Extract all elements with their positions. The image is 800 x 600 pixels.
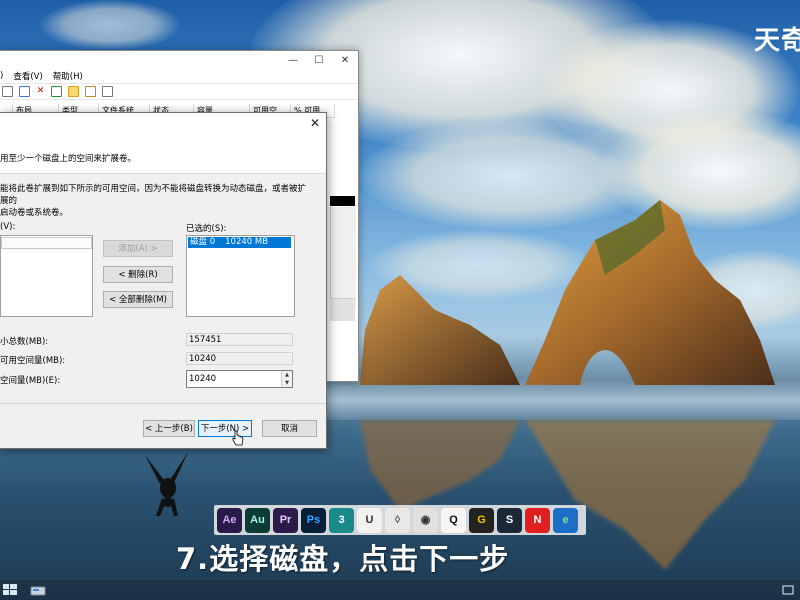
tutorial-step-caption: 7.选择磁盘，点击下一步	[176, 542, 510, 576]
window-close-icon[interactable]: ✕	[332, 55, 358, 66]
check-icon[interactable]	[51, 86, 62, 97]
window-titlebar: — ☐ ✕	[0, 51, 358, 69]
spinner-arrows-icon[interactable]: ▲ ▼	[281, 371, 292, 387]
delete-icon[interactable]: ✕	[36, 87, 45, 96]
app-icon[interactable]: Pr	[273, 507, 298, 533]
app-icon[interactable]: U	[357, 507, 382, 533]
list-item[interactable]: 磁盘 0 10240 MB	[188, 237, 291, 248]
app-icon[interactable]: N	[525, 507, 550, 533]
add-button[interactable]: 添加(A) >	[103, 240, 173, 257]
properties-icon[interactable]	[85, 86, 96, 97]
software-icon-strip: Ae Au Pr Ps 3 U ◊ ◉ Q G S Ne	[214, 505, 586, 535]
windows-start-icon[interactable]	[2, 583, 18, 597]
app-icon[interactable]: Ps	[301, 507, 326, 533]
app-icon[interactable]: Ae	[217, 507, 242, 533]
available-disks-label: (V):	[0, 222, 16, 232]
remove-button[interactable]: < 删除(R)	[103, 266, 173, 283]
selected-disks-list[interactable]: 磁盘 0 10240 MB	[186, 235, 295, 317]
app-icon[interactable]: 3	[329, 507, 354, 533]
mouse-pointer-icon	[232, 430, 244, 446]
disk-name: 磁盘 0	[190, 237, 216, 247]
wizard-description: 能将此卷扩展到如下所示的可用空间，因为不能将磁盘转换为动态磁盘，或者被扩展的 启…	[0, 184, 307, 218]
folder-icon[interactable]	[68, 86, 79, 97]
rock-reflection-small	[360, 420, 520, 510]
footer-divider	[0, 403, 326, 404]
disk-management-taskbar-icon[interactable]	[30, 583, 46, 597]
brand-watermark: 天奇	[754, 26, 800, 56]
remove-all-button[interactable]: < 全部删除(M)	[103, 291, 173, 308]
available-disks-list[interactable]	[0, 235, 93, 317]
back-button[interactable]: < 上一步(B)	[143, 420, 195, 437]
disk-size: 10240 MB	[225, 237, 269, 247]
max-available-space-value: 10240	[186, 352, 293, 365]
list-item[interactable]	[1, 237, 92, 249]
space-amount-input[interactable]: 10240 ▲ ▼	[186, 370, 293, 388]
menu-item-action[interactable]: )	[0, 71, 3, 81]
total-volume-size-value: 157451	[186, 333, 293, 346]
disk-list-icon[interactable]	[2, 86, 13, 97]
dialog-close-icon[interactable]: ✕	[310, 116, 320, 130]
total-volume-size-label: 小总数(MB):	[0, 337, 49, 347]
small-sea-rock	[360, 275, 520, 385]
unallocated-disk-bar	[330, 196, 355, 206]
cancel-button[interactable]: 取消	[262, 420, 317, 437]
wizard-header: ✕ 用至少一个磁盘上的空间来扩展卷。	[0, 113, 326, 174]
disk-map-footer	[330, 298, 355, 321]
menu-item-view[interactable]: 查看(V)	[13, 70, 42, 82]
max-available-space-label: 可用空间量(MB):	[0, 356, 66, 366]
sea-arch-rock	[525, 200, 775, 385]
wizard-subtitle: 用至少一个磁盘上的空间来扩展卷。	[0, 154, 137, 164]
menu-bar: ) 查看(V) 帮助(H)	[0, 69, 358, 83]
toolbar: ✕	[0, 83, 358, 100]
app-icon[interactable]: S	[497, 507, 522, 533]
disk-map-area	[330, 207, 356, 307]
minimize-icon[interactable]: —	[280, 55, 306, 66]
app-icon[interactable]: G	[469, 507, 494, 533]
menu-item-help[interactable]: 帮助(H)	[53, 70, 83, 82]
space-amount-label: 空间量(MB)(E):	[0, 376, 61, 386]
app-icon[interactable]: ◊	[385, 507, 410, 533]
notification-icon[interactable]	[780, 583, 796, 597]
extend-volume-wizard-dialog: ✕ 用至少一个磁盘上的空间来扩展卷。 能将此卷扩展到如下所示的可用空间，因为不能…	[0, 112, 327, 449]
taskbar	[0, 580, 800, 600]
handstand-person-silhouette	[145, 452, 188, 516]
maximize-icon[interactable]: ☐	[306, 55, 332, 66]
app-icon[interactable]: ◉	[413, 507, 438, 533]
app-icon[interactable]: Au	[245, 507, 270, 533]
selected-disks-label: 已选的(S):	[186, 224, 227, 234]
connect-icon[interactable]	[19, 86, 30, 97]
app-icon[interactable]: Q	[441, 507, 466, 533]
help-icon[interactable]	[102, 86, 113, 97]
rock-reflection-big	[525, 420, 775, 570]
app-icon[interactable]: e	[553, 507, 578, 533]
space-amount-value: 10240	[189, 374, 217, 384]
